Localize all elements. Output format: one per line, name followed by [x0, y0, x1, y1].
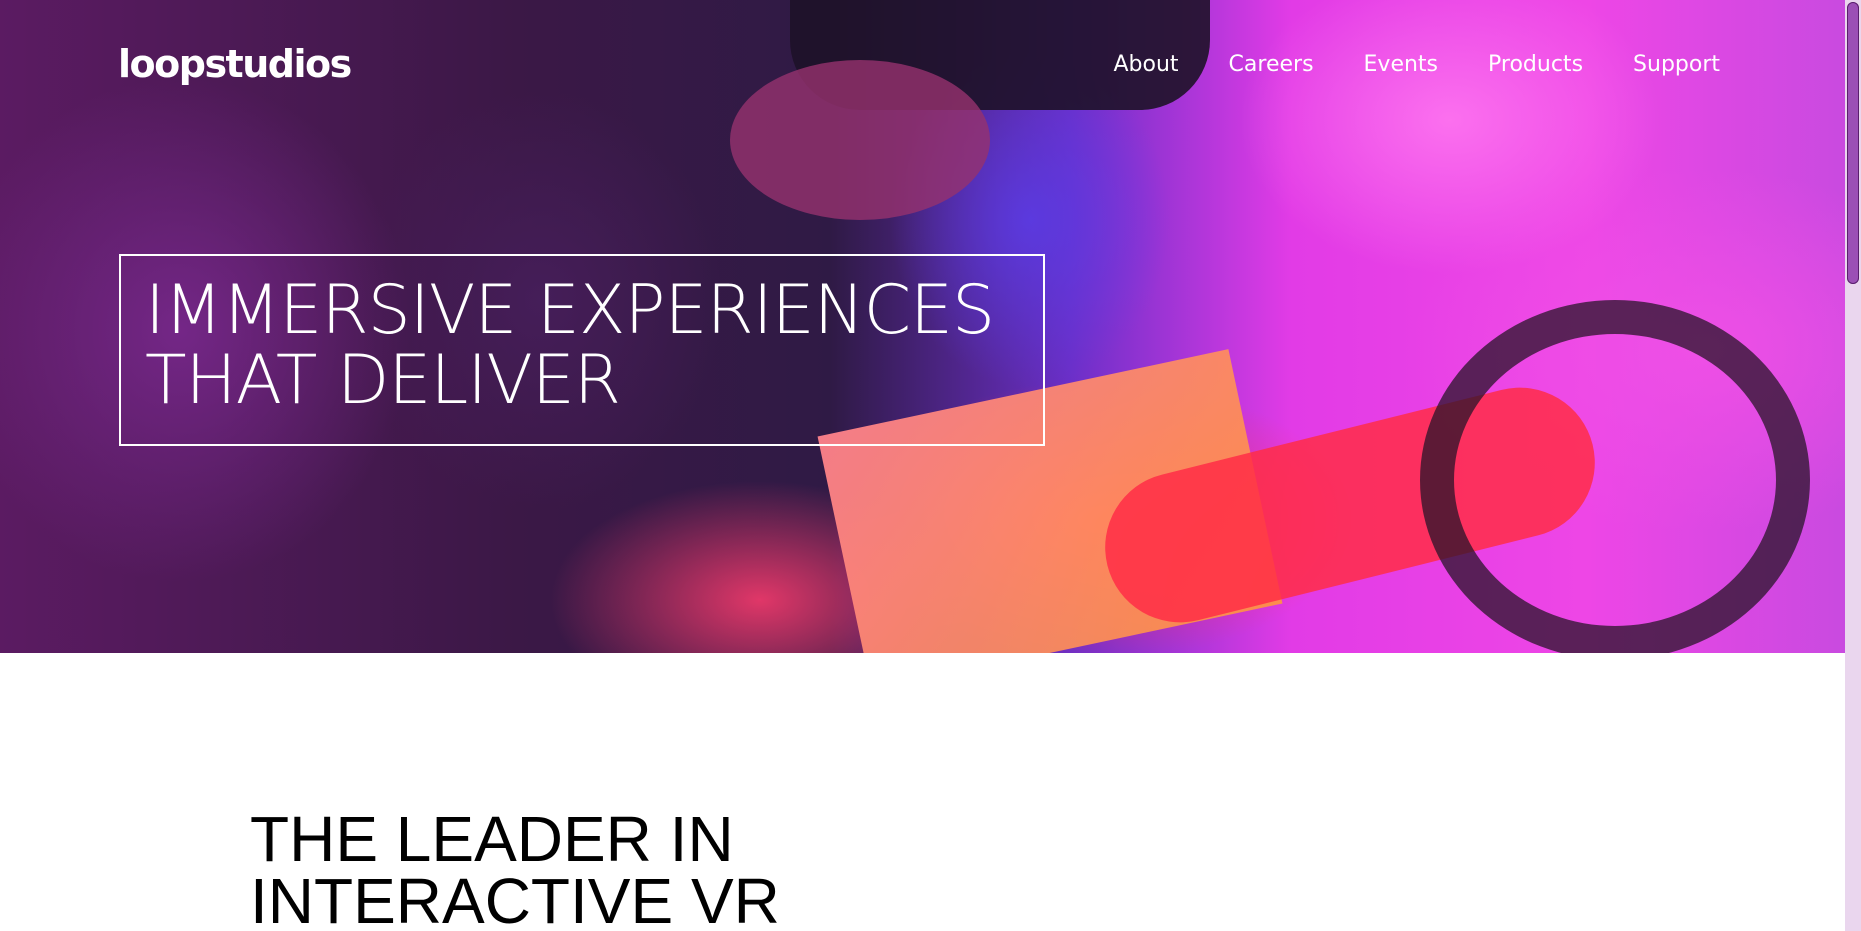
- intro-section-title: THE LEADER IN INTERACTIVE VR: [250, 803, 780, 931]
- intro-title-line-2: INTERACTIVE VR: [250, 865, 780, 931]
- vertical-scrollbar[interactable]: [1845, 0, 1861, 931]
- hero-title: IMMERSIVE EXPERIENCES THAT DELIVER: [145, 271, 995, 420]
- nav-link-products[interactable]: Products: [1488, 52, 1583, 77]
- loopstudios-logo[interactable]: loopstudios: [118, 42, 352, 86]
- hero-title-line-2: THAT DELIVER: [145, 341, 621, 420]
- page: loopstudios About Careers Events Product…: [0, 0, 1861, 931]
- nav-link-events[interactable]: Events: [1364, 52, 1439, 77]
- nav-link-about[interactable]: About: [1114, 52, 1179, 77]
- hero-title-line-1: IMMERSIVE EXPERIENCES: [145, 271, 995, 350]
- nav-link-support[interactable]: Support: [1633, 52, 1720, 77]
- site-header: loopstudios About Careers Events Product…: [0, 0, 1845, 130]
- scrollbar-thumb[interactable]: [1847, 2, 1859, 284]
- main-nav: About Careers Events Products Support: [1114, 52, 1721, 77]
- hero-image-steering-wheel: [1420, 300, 1810, 653]
- nav-link-careers[interactable]: Careers: [1229, 52, 1314, 77]
- hero-section: loopstudios About Careers Events Product…: [0, 0, 1845, 653]
- intro-title-line-1: THE LEADER IN: [250, 803, 734, 875]
- hero-title-box: IMMERSIVE EXPERIENCES THAT DELIVER: [119, 254, 1045, 446]
